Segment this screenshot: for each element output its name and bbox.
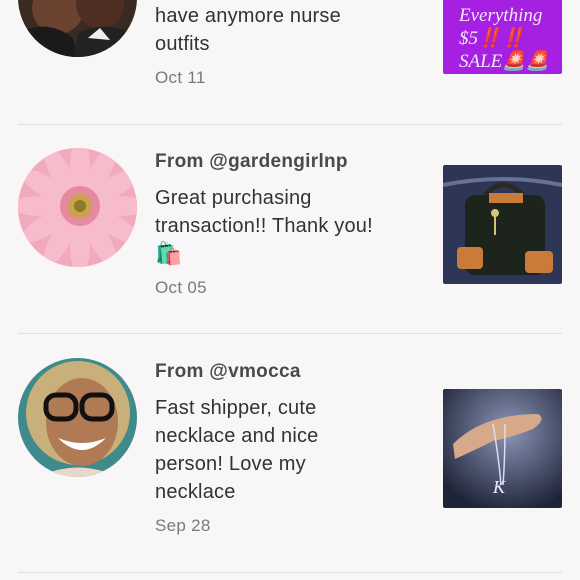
flower-avatar-image <box>18 148 137 267</box>
reviewer-avatar[interactable] <box>18 0 137 57</box>
from-label: From <box>155 151 204 172</box>
review-text: Fast shipper, cute necklace and nice per… <box>155 397 319 503</box>
from-label: From <box>155 361 204 382</box>
thumb-text-line: Everything <box>459 5 543 26</box>
shopping-bags-emoji: 🛍️ <box>155 241 183 266</box>
sale-thumb-bg: Everything $5‼️‼️ SALE🚨🚨 <box>443 0 562 74</box>
divider <box>18 124 562 125</box>
bag-thumb-image <box>443 165 562 284</box>
review-text: have anymore nurse outfits <box>155 5 341 55</box>
listing-thumbnail[interactable] <box>443 165 562 284</box>
review-date: Oct 11 <box>155 68 206 87</box>
review-date: Sep 28 <box>155 516 211 535</box>
woman-avatar-image <box>18 358 137 477</box>
reviewer-avatar[interactable] <box>18 358 137 477</box>
thumb-text-line: $5‼️‼️ <box>459 28 526 49</box>
thumb-text-line: SALE🚨🚨 <box>459 51 550 72</box>
reviewer-line: From @gardengirlnp <box>155 150 425 174</box>
reviews-page: have anymore nurse outfits Oct 11 Everyt… <box>0 0 580 580</box>
svg-text:K: K <box>492 477 506 497</box>
divider <box>18 572 562 573</box>
divider <box>18 333 562 334</box>
reviewer-handle[interactable]: @vmocca <box>209 361 300 382</box>
reviewer-avatar[interactable] <box>18 148 137 267</box>
reviewer-handle[interactable]: @gardengirlnp <box>209 151 348 172</box>
review-date: Oct 05 <box>155 278 207 297</box>
review-text: Great purchasing transaction!! Thank you… <box>155 184 425 268</box>
reviewer-line: From @vmocca <box>155 360 425 384</box>
listing-thumbnail[interactable]: K <box>443 389 562 508</box>
necklace-thumb-image: K <box>443 389 562 508</box>
listing-thumbnail[interactable]: Everything $5‼️‼️ SALE🚨🚨 <box>443 0 562 74</box>
